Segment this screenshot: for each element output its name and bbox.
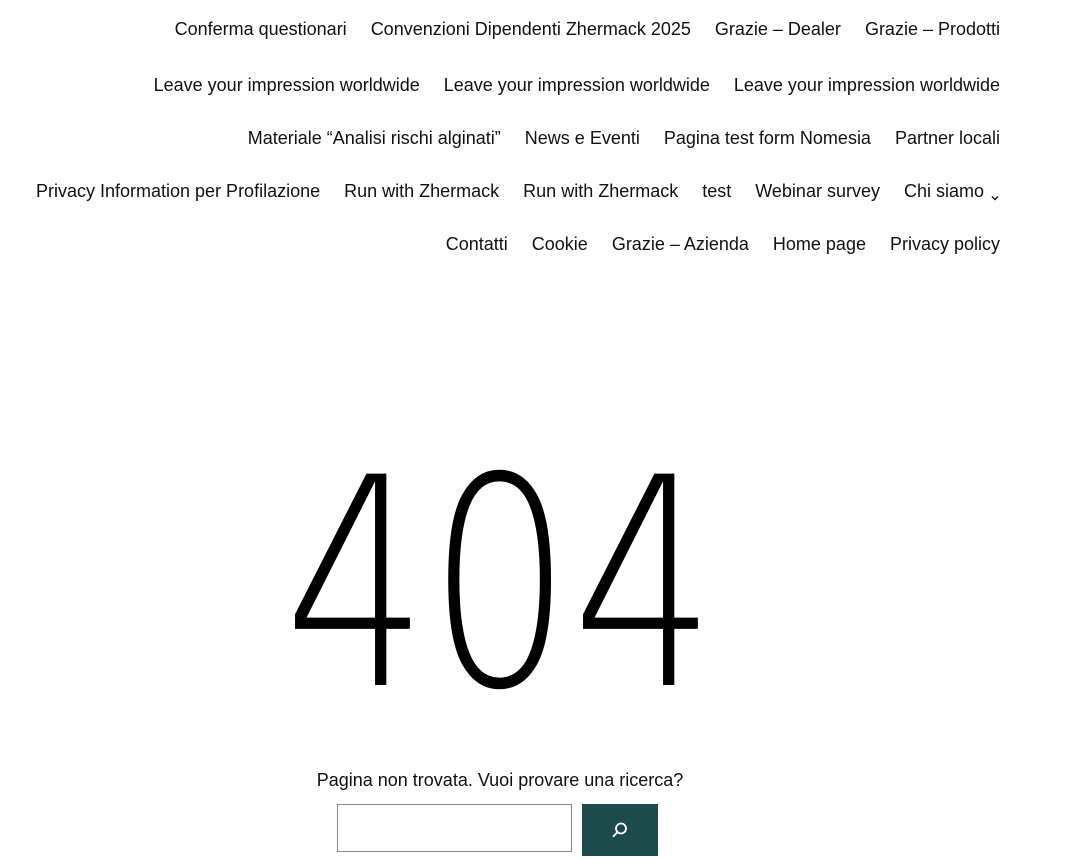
nav-row-2: Leave your impression worldwide Leave yo… xyxy=(0,59,1000,112)
nav-item-conferma-questionari[interactable]: Conferma questionari xyxy=(175,19,347,40)
search-icon xyxy=(612,822,627,838)
nav-row-1: Conferma questionari Convenzioni Dipende… xyxy=(0,0,1000,59)
error-code-heading: 404 xyxy=(0,440,1000,700)
nav-item-grazie-prodotti[interactable]: Grazie – Prodotti xyxy=(865,19,1000,40)
search-input[interactable] xyxy=(337,804,572,852)
nav-item-grazie-azienda[interactable]: Grazie – Azienda xyxy=(612,234,749,255)
nav-item-privacy-policy[interactable]: Privacy policy xyxy=(890,234,1000,255)
nav-item-webinar-survey[interactable]: Webinar survey xyxy=(755,181,880,202)
nav-item-run-with-zhermack-2[interactable]: Run with Zhermack xyxy=(523,181,678,202)
nav-row-4: Privacy Information per Profilazione Run… xyxy=(0,165,1000,218)
nav-item-test[interactable]: test xyxy=(702,181,731,202)
nav-row-3: Materiale “Analisi rischi alginati” News… xyxy=(0,112,1000,165)
nav-item-pagina-test-form[interactable]: Pagina test form Nomesia xyxy=(664,128,871,149)
nav-item-chi-siamo-label: Chi siamo xyxy=(903,181,984,201)
nav-item-convenzioni-dipendenti[interactable]: Convenzioni Dipendenti Zhermack 2025 xyxy=(371,19,691,40)
main-navigation: Conferma questionari Convenzioni Dipende… xyxy=(0,0,1000,271)
chevron-down-icon xyxy=(990,187,1000,200)
error-code-text: 404 xyxy=(284,440,716,700)
nav-item-contatti[interactable]: Contatti xyxy=(446,234,508,255)
nav-item-partner-locali[interactable]: Partner locali xyxy=(895,128,1000,149)
nav-item-leave-impression-2[interactable]: Leave your impression worldwide xyxy=(444,75,710,96)
nav-item-cookie[interactable]: Cookie xyxy=(532,234,588,255)
nav-item-home-page[interactable]: Home page xyxy=(773,234,866,255)
nav-item-privacy-profilazione[interactable]: Privacy Information per Profilazione xyxy=(36,181,320,202)
search-button[interactable] xyxy=(582,804,658,856)
page: Conferma questionari Convenzioni Dipende… xyxy=(0,0,1078,859)
nav-item-leave-impression-3[interactable]: Leave your impression worldwide xyxy=(734,75,1000,96)
nav-item-news-eventi[interactable]: News e Eventi xyxy=(525,128,640,149)
search-form xyxy=(337,804,658,856)
nav-row-5: Contatti Cookie Grazie – Azienda Home pa… xyxy=(0,218,1000,271)
not-found-message: Pagina non trovata. Vuoi provare una ric… xyxy=(316,770,684,790)
nav-item-run-with-zhermack-1[interactable]: Run with Zhermack xyxy=(344,181,499,202)
nav-item-leave-impression-1[interactable]: Leave your impression worldwide xyxy=(154,75,420,96)
error-code-graphic: 404 xyxy=(284,440,716,700)
nav-item-materiale-analisi[interactable]: Materiale “Analisi rischi alginati” xyxy=(248,128,501,149)
nav-item-chi-siamo[interactable]: Chi siamo xyxy=(904,181,1000,202)
nav-item-grazie-dealer[interactable]: Grazie – Dealer xyxy=(715,19,841,40)
